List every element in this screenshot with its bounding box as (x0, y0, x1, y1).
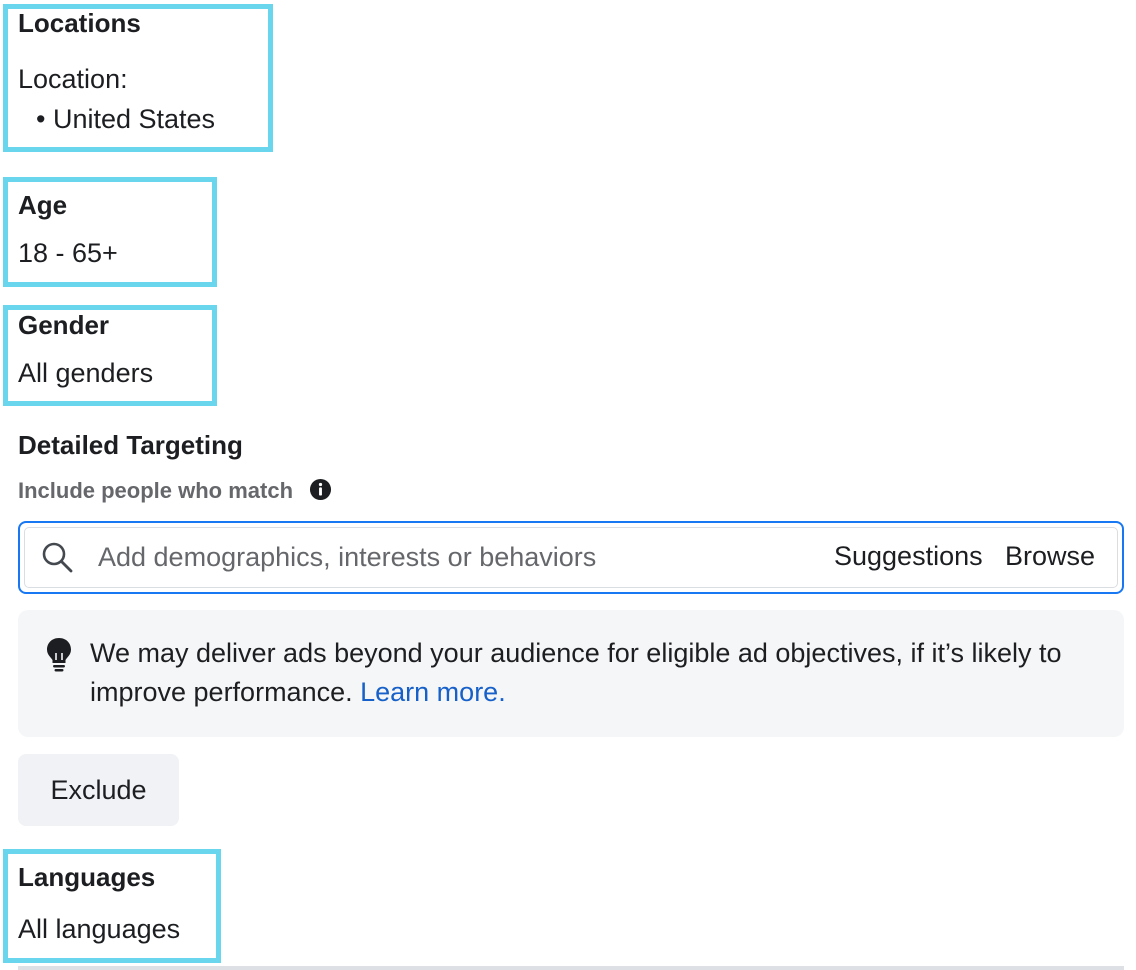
info-icon[interactable] (309, 478, 332, 501)
gender-value: All genders (18, 358, 154, 388)
browse-button[interactable]: Browse (1005, 541, 1095, 572)
languages-value: All languages (18, 914, 181, 944)
search-icon (42, 542, 73, 573)
detailed-targeting-search-input[interactable] (92, 537, 804, 577)
gender-title: Gender (18, 310, 110, 340)
age-title: Age (18, 190, 68, 220)
bullet: • (36, 104, 46, 134)
learn-more-link[interactable]: Learn more. (360, 677, 506, 707)
suggestions-button[interactable]: Suggestions (834, 541, 983, 572)
detailed-targeting-subtitle: Include people who match (18, 478, 294, 503)
notice-text: We may deliver ads beyond your audience … (90, 634, 1110, 712)
locations-title: Locations (18, 8, 141, 38)
age-value: 18 - 65+ (18, 238, 118, 268)
location-label: Location: (18, 64, 128, 94)
location-item-label: United States (52, 104, 216, 134)
detailed-targeting-title: Detailed Targeting (18, 430, 243, 460)
exclude-button[interactable]: Exclude (18, 754, 179, 826)
divider (18, 966, 1124, 970)
languages-title: Languages (18, 862, 156, 892)
notice-message: We may deliver ads beyond your audience … (90, 638, 1062, 707)
lightbulb-icon (47, 638, 71, 672)
location-list-item: • United States (36, 104, 215, 135)
